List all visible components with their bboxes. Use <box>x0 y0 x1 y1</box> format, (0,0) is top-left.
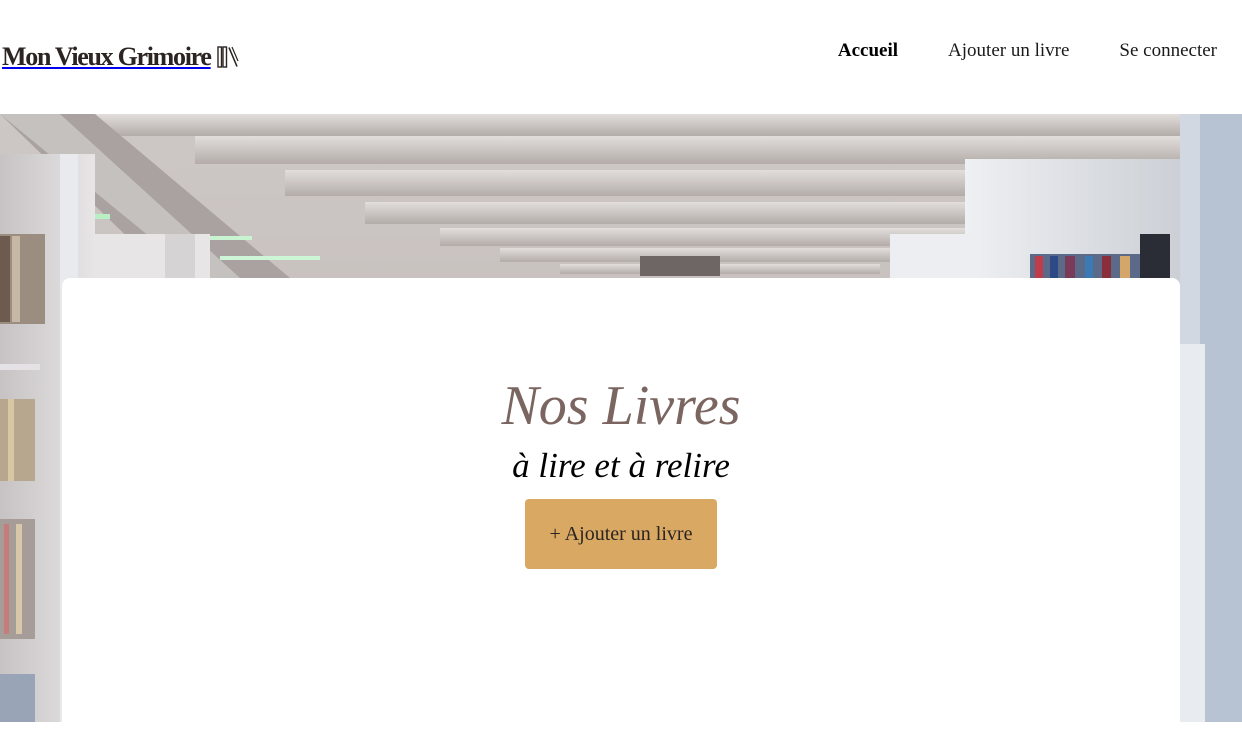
add-book-button[interactable]: + Ajouter un livre <box>525 499 717 569</box>
page-title: Nos Livres <box>501 375 741 437</box>
logo-text: Mon Vieux Grimoire <box>2 42 212 71</box>
nav-link-ajouter-livre[interactable]: Ajouter un livre <box>948 40 1069 62</box>
nav-link-se-connecter[interactable]: Se connecter <box>1119 40 1217 62</box>
page-subtitle: à lire et à relire <box>512 446 730 485</box>
nav-link-accueil[interactable]: Accueil <box>838 40 898 62</box>
books-card: Nos Livres à lire et à relire + Ajouter … <box>62 278 1180 738</box>
books-icon <box>216 46 239 68</box>
site-logo[interactable]: Mon Vieux Grimoire <box>2 42 239 72</box>
main-nav: Accueil Ajouter un livre Se connecter <box>838 40 1217 62</box>
site-header: Mon Vieux Grimoire Accueil Ajouter un li… <box>0 0 1242 114</box>
